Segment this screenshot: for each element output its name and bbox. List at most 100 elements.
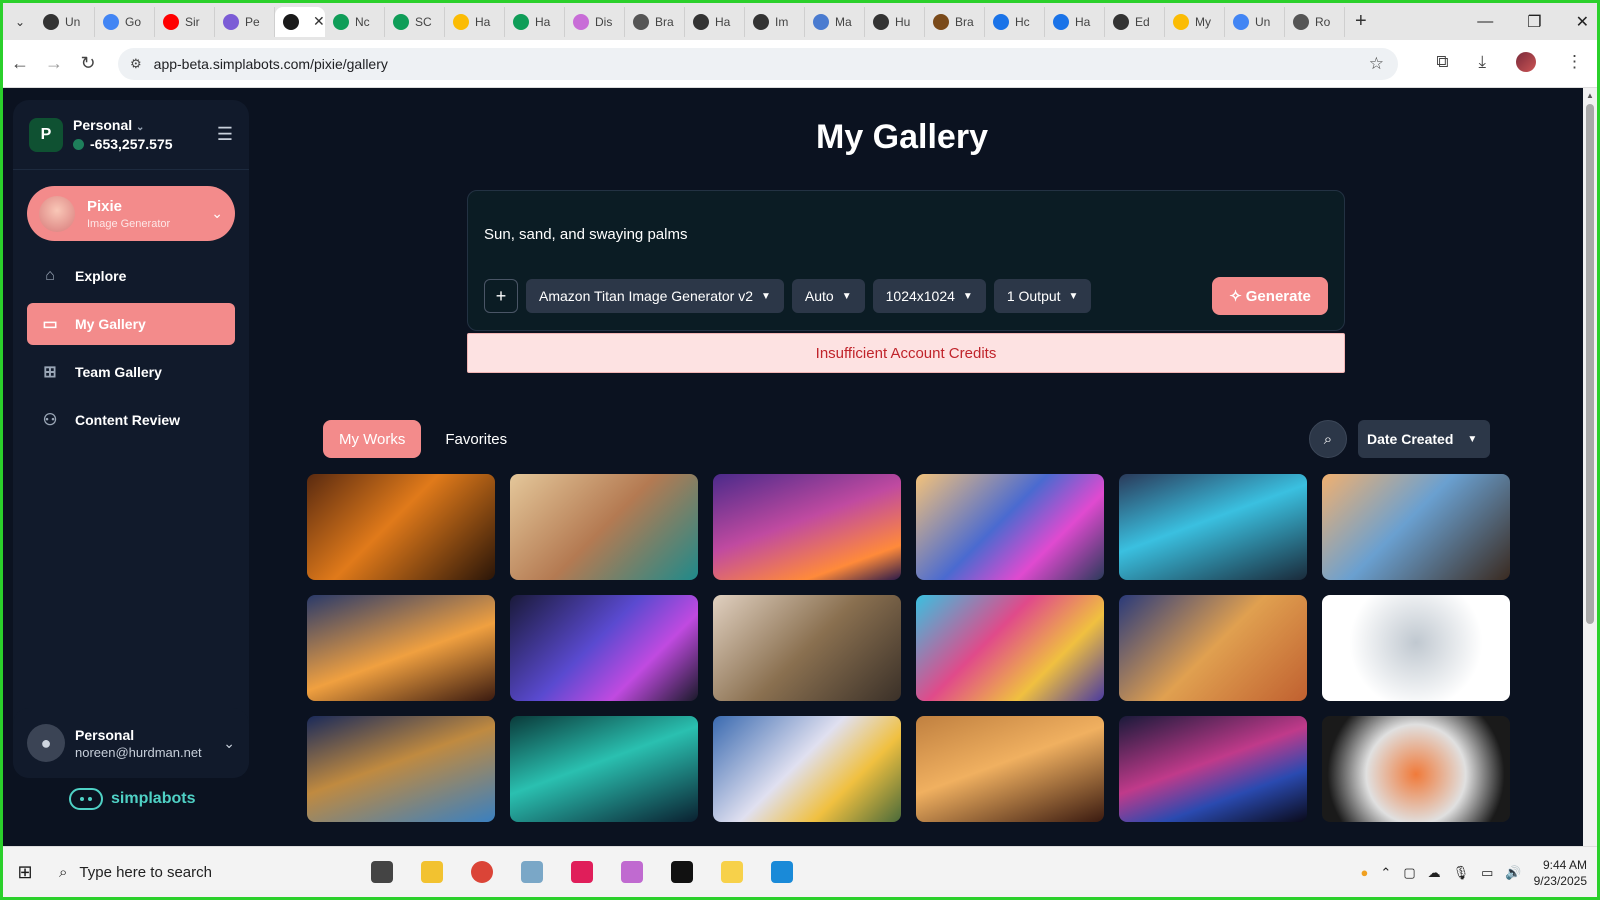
thumb-sushi-plate[interactable]: [1322, 716, 1510, 822]
scroll-up-arrow-icon[interactable]: ▲: [1586, 91, 1594, 100]
volume-icon[interactable]: 🔊: [1505, 865, 1521, 881]
weather-icon[interactable]: ●: [1361, 865, 1369, 880]
browser-tab[interactable]: My: [1165, 6, 1225, 37]
reload-button[interactable]: ↻: [71, 53, 105, 74]
taskbar-search[interactable]: ⌕ Type here to search: [47, 852, 347, 892]
thumb-smart-house[interactable]: [1119, 474, 1307, 580]
browser-tab[interactable]: Un: [35, 6, 95, 37]
file-explorer-icon[interactable]: [421, 861, 443, 883]
clock[interactable]: 9:44 AM 9/23/2025: [1534, 857, 1587, 889]
user-account-menu[interactable]: ● Personal noreen@hurdman.net ⌄: [13, 708, 249, 778]
task-view-icon[interactable]: [371, 861, 393, 883]
add-attachment-button[interactable]: +: [484, 279, 518, 313]
chrome-icon[interactable]: [471, 861, 493, 883]
browser-tab[interactable]: Bra: [625, 6, 685, 37]
browser-tab[interactable]: Pe: [215, 6, 275, 37]
close-window-button[interactable]: ✕: [1576, 12, 1589, 32]
thumb-cyber-street[interactable]: [1119, 716, 1307, 822]
thumb-neon-house[interactable]: [510, 595, 698, 701]
sticky-notes-icon[interactable]: [721, 861, 743, 883]
browser-tab[interactable]: Ha: [1045, 6, 1105, 37]
tray-overflow-icon[interactable]: ⌃: [1380, 865, 1391, 881]
browser-tab[interactable]: Ha: [445, 6, 505, 37]
thumb-snow-cabin[interactable]: [916, 716, 1104, 822]
windows-start-button[interactable]: ⊞: [3, 862, 47, 883]
brand-logo[interactable]: simplabots: [69, 788, 195, 810]
size-select[interactable]: 1024x1024 ▼: [872, 279, 986, 313]
sort-select[interactable]: Date Created ▼: [1358, 420, 1490, 458]
thumb-painted-face[interactable]: [1119, 595, 1307, 701]
browser-tab[interactable]: Hc: [985, 6, 1045, 37]
bookmark-star-icon[interactable]: ☆: [1369, 54, 1384, 74]
thumb-smart-garage[interactable]: [1322, 474, 1510, 580]
profile-avatar[interactable]: [1516, 52, 1536, 72]
browser-tab[interactable]: Bra: [925, 6, 985, 37]
tab-favorites[interactable]: Favorites: [429, 420, 523, 458]
meet-icon[interactable]: ▢: [1403, 865, 1415, 881]
browser-tab[interactable]: Ma: [805, 6, 865, 37]
sidebar-item-team-gallery[interactable]: ⊞ Team Gallery: [27, 351, 235, 393]
style-select[interactable]: Auto ▼: [791, 279, 865, 313]
restore-button[interactable]: ❐: [1527, 12, 1541, 32]
thumb-astronaut-dog[interactable]: [307, 716, 495, 822]
browser-tab[interactable]: ✕: [275, 6, 325, 37]
thumb-robot-horse[interactable]: [713, 595, 901, 701]
scrollbar-thumb[interactable]: [1586, 104, 1594, 624]
onedrive-icon[interactable]: ☁: [1428, 865, 1441, 881]
more-menu-icon[interactable]: ⋮: [1566, 52, 1583, 72]
browser-tab[interactable]: Ed: [1105, 6, 1165, 37]
thumb-crystal-dragon[interactable]: [713, 716, 901, 822]
thumb-pumpkin-books[interactable]: [307, 474, 495, 580]
snipping-tool-icon[interactable]: [621, 861, 643, 883]
model-select[interactable]: Amazon Titan Image Generator v2 ▼: [526, 279, 784, 313]
browser-tab[interactable]: Un: [1225, 6, 1285, 37]
workspace-switcher[interactable]: P Personal ⌄ -653,257.575 ☰: [13, 100, 249, 170]
bot-selector[interactable]: Pixie Image Generator ⌄: [27, 186, 235, 241]
output-count-select[interactable]: 1 Output ▼: [993, 279, 1092, 313]
browser-tab[interactable]: Ro: [1285, 6, 1345, 37]
site-info-icon[interactable]: ⚙: [130, 56, 142, 72]
browser-tab[interactable]: Ha: [685, 6, 745, 37]
app-icon[interactable]: [521, 861, 543, 883]
browser-tab[interactable]: Im: [745, 6, 805, 37]
thumb-desert-warrior[interactable]: [510, 474, 698, 580]
tab-search-chevron-icon[interactable]: ⌄: [9, 11, 31, 33]
sidebar-item-content-review[interactable]: ⚇ Content Review: [27, 399, 235, 441]
slack-icon[interactable]: [571, 861, 593, 883]
main-content: My Gallery Sun, sand, and swaying palms …: [249, 88, 1555, 846]
tab-my-works[interactable]: My Works: [323, 420, 422, 458]
new-tab-button[interactable]: +: [1355, 10, 1367, 33]
download-icon[interactable]: ⤓: [1478, 52, 1486, 72]
tab-close-icon[interactable]: ✕: [313, 13, 325, 30]
capcut-icon[interactable]: [671, 861, 693, 883]
browser-tab[interactable]: Dis: [565, 6, 625, 37]
browser-tab[interactable]: Hu: [865, 6, 925, 37]
url-field[interactable]: ⚙ app-beta.simplabots.com/pixie/gallery …: [118, 48, 1398, 80]
browser-tab[interactable]: Nc: [325, 6, 385, 37]
bot-name: Pixie: [87, 197, 123, 215]
minimize-button[interactable]: —: [1477, 13, 1493, 31]
sidebar-item-explore[interactable]: ⌂ Explore: [27, 255, 235, 297]
back-button[interactable]: ←: [3, 53, 37, 74]
thumb-pixel-city[interactable]: [916, 595, 1104, 701]
thumb-garage-sunset[interactable]: [307, 595, 495, 701]
page-scrollbar[interactable]: ▲: [1583, 88, 1597, 846]
browser-tab[interactable]: Go: [95, 6, 155, 37]
sidebar-item-my-gallery[interactable]: ▭ My Gallery: [27, 303, 235, 345]
browser-tab[interactable]: Ha: [505, 6, 565, 37]
thumb-robot-flowers[interactable]: [1322, 595, 1510, 701]
extensions-icon[interactable]: ⧉: [1436, 52, 1448, 72]
thumb-music-garage[interactable]: [916, 474, 1104, 580]
generate-button[interactable]: ✧ Generate: [1212, 277, 1328, 315]
hamburger-menu-icon[interactable]: ☰: [217, 124, 233, 145]
forward-button[interactable]: →: [37, 53, 71, 74]
app-blue-icon[interactable]: [771, 861, 793, 883]
thumb-glowing-forest[interactable]: [510, 716, 698, 822]
browser-tab[interactable]: SC: [385, 6, 445, 37]
prompt-input[interactable]: Sun, sand, and swaying palms: [484, 226, 687, 243]
browser-tab[interactable]: Sir: [155, 6, 215, 37]
thumb-jellyfish-city[interactable]: [713, 474, 901, 580]
search-button[interactable]: ⌕: [1309, 420, 1347, 458]
microphone-icon[interactable]: 🎙: [1453, 865, 1470, 881]
network-icon[interactable]: ▭: [1481, 865, 1493, 881]
